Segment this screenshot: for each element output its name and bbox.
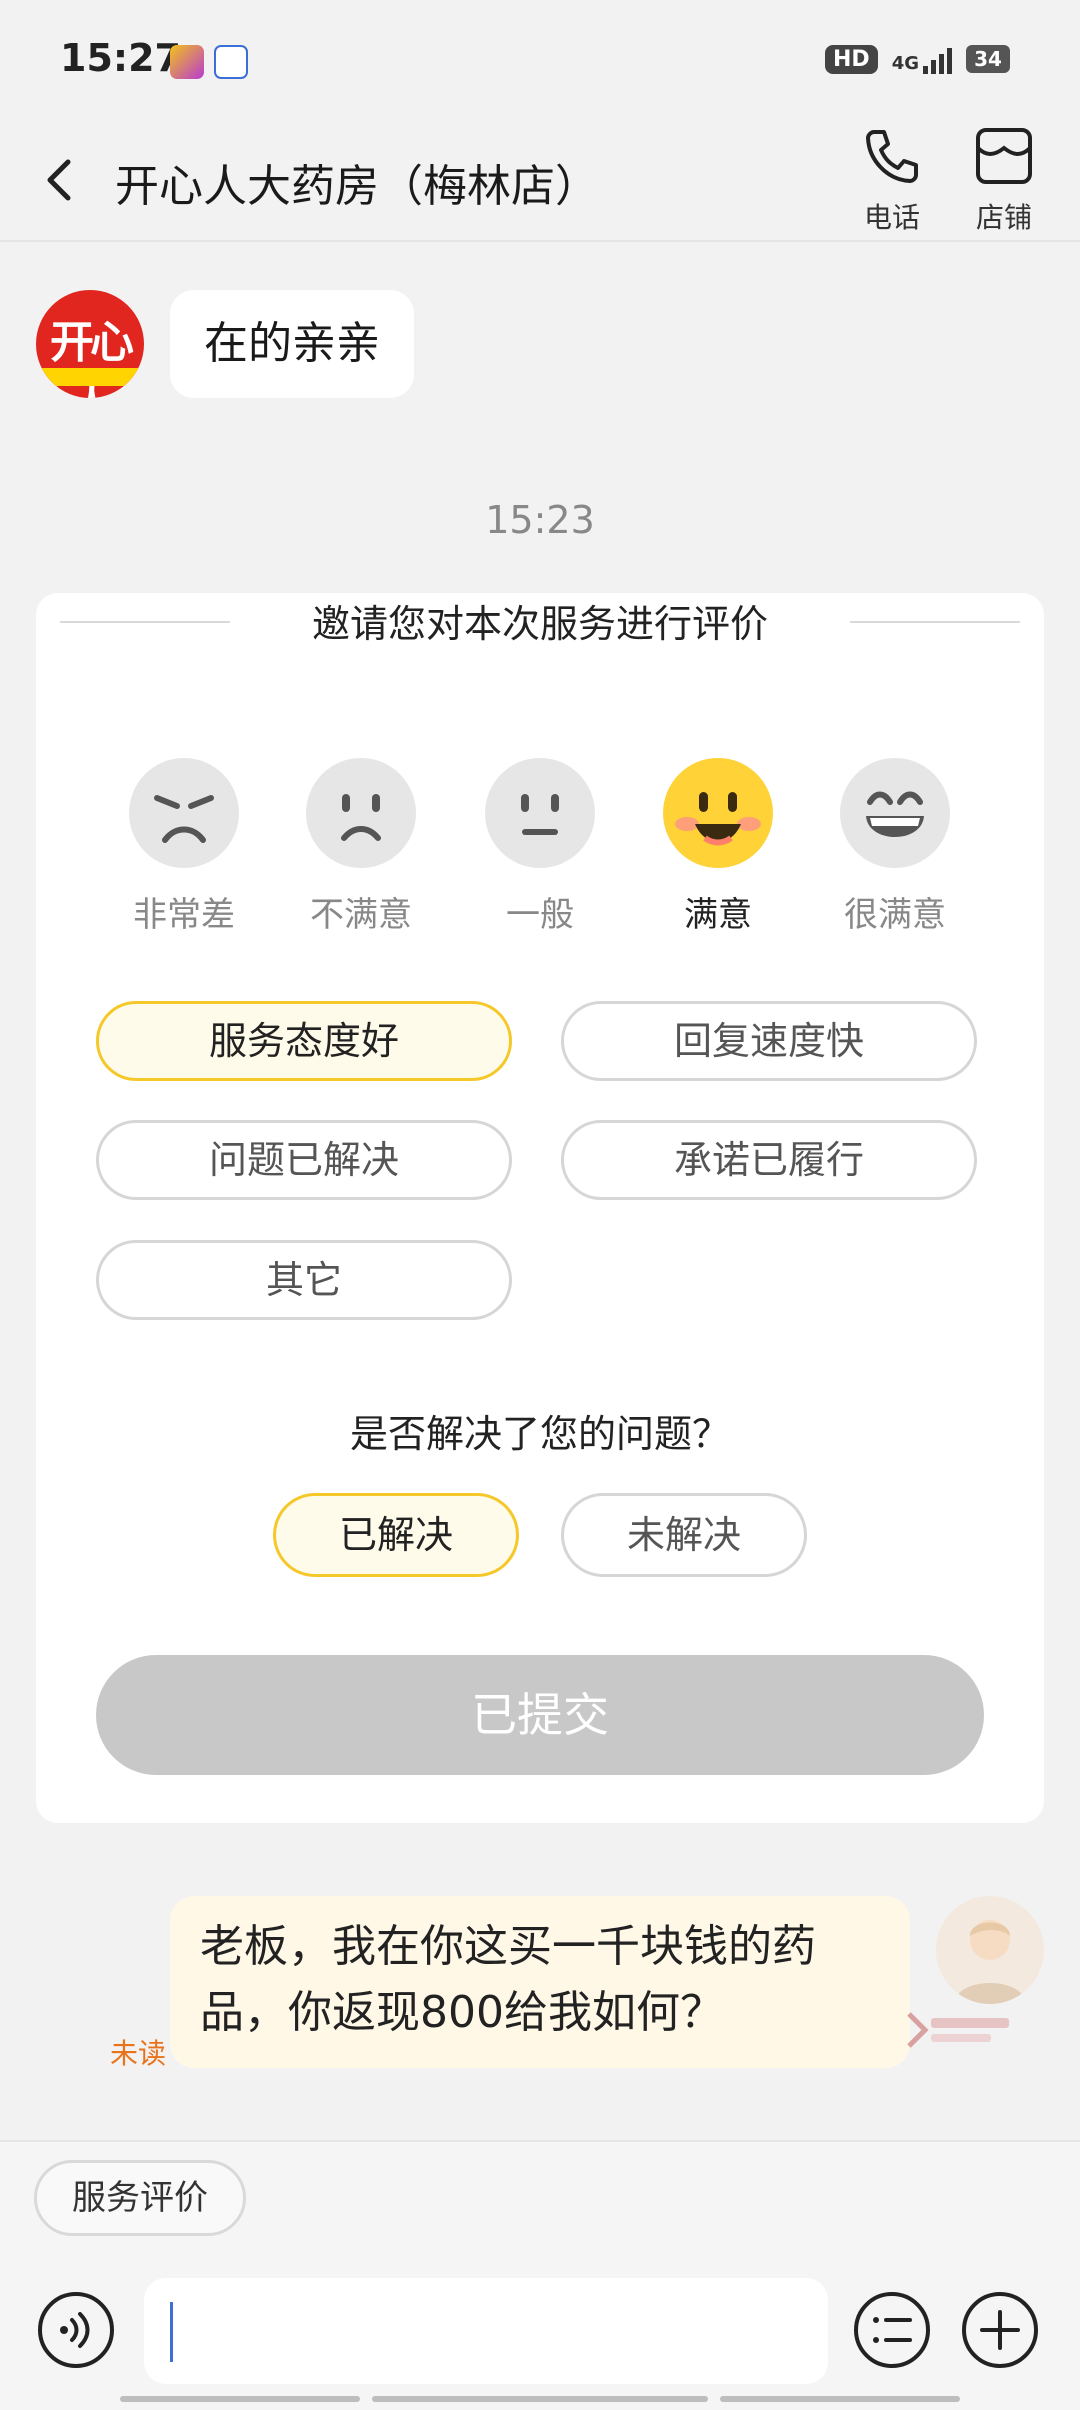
network-type: 4G — [891, 53, 919, 74]
nav-handle-center — [372, 2396, 708, 2402]
phone-icon — [866, 130, 918, 183]
shop-button[interactable]: 店铺 — [956, 124, 1052, 236]
app-notification-icon — [170, 45, 204, 79]
tag-other[interactable]: 其它 — [96, 1240, 512, 1320]
store-message-bubble[interactable]: 在的亲亲 — [170, 290, 414, 398]
phone-button[interactable]: 电话 — [844, 124, 940, 236]
rating-level-label: 一般 — [506, 895, 574, 935]
signal-icon: 4G — [892, 44, 952, 74]
shop-icon — [976, 128, 1032, 184]
tag-problem-solved[interactable]: 问题已解决 — [96, 1120, 512, 1200]
plus-icon[interactable] — [960, 2290, 1040, 2370]
back-arrow-icon[interactable] — [36, 150, 86, 210]
service-rating-button[interactable]: 服务评价 — [34, 2160, 246, 2236]
quick-reply-list-icon[interactable] — [852, 2290, 932, 2370]
very-satisfied-face-icon[interactable] — [840, 758, 950, 868]
tag-fast-reply[interactable]: 回复速度快 — [561, 1001, 977, 1081]
hd-icon: HD — [825, 44, 878, 74]
unresolved-button[interactable]: 未解决 — [561, 1493, 807, 1577]
rating-card-title: 邀请您对本次服务进行评价 — [311, 602, 768, 646]
chat-header: 开心人大药房（梅林店） 电话 店铺 — [0, 120, 1080, 242]
rating-card: 邀请您对本次服务进行评价 非常差 不满意 一般 满意 很满意 服务态度好 回复速… — [36, 593, 1044, 1823]
tag-promise-kept[interactable]: 承诺已履行 — [561, 1120, 977, 1200]
neutral-face-icon[interactable] — [485, 758, 595, 868]
message-timestamp: 15:23 — [485, 498, 595, 542]
very-bad-face-icon[interactable] — [129, 758, 239, 868]
bottom-input-area: 服务评价 — [0, 2140, 1080, 2410]
user-avatar[interactable] — [936, 1896, 1044, 2004]
resolved-button[interactable]: 已解决 — [273, 1493, 519, 1577]
battery-icon: 34 — [966, 45, 1010, 73]
satisfied-face-icon[interactable] — [663, 758, 773, 868]
chat-title: 开心人大药房（梅林店） — [115, 161, 599, 212]
submit-button[interactable]: 已提交 — [96, 1655, 984, 1775]
shop-label: 店铺 — [975, 201, 1032, 234]
rating-level-label: 非常差 — [133, 895, 235, 935]
status-time: 15:27 — [60, 36, 181, 80]
user-message-bubble[interactable]: 老板，我在你这买一千块钱的药品，你返现800给我如何？ — [170, 1896, 910, 2068]
text-caret — [170, 2302, 173, 2362]
status-bar: 15:27 HD 4G 34 — [0, 0, 1080, 120]
store-avatar[interactable]: 开心人 — [36, 290, 144, 398]
watermark-logo — [905, 2008, 1015, 2058]
nav-handle-right — [720, 2396, 960, 2402]
rating-level-label: 不满意 — [310, 895, 412, 935]
dissatisfied-face-icon[interactable] — [306, 758, 416, 868]
resolved-question: 是否解决了您的问题？ — [349, 1412, 730, 1456]
rating-level-label-selected: 满意 — [684, 895, 752, 935]
tag-good-attitude[interactable]: 服务态度好 — [96, 1001, 512, 1081]
phone-label: 电话 — [863, 201, 920, 234]
baidu-notification-icon — [214, 45, 248, 79]
rating-level-label: 很满意 — [844, 895, 946, 935]
voice-icon[interactable] — [36, 2290, 116, 2370]
nav-handle-left — [120, 2396, 360, 2402]
unread-status: 未读 — [110, 2037, 167, 2070]
message-input[interactable] — [144, 2278, 828, 2384]
